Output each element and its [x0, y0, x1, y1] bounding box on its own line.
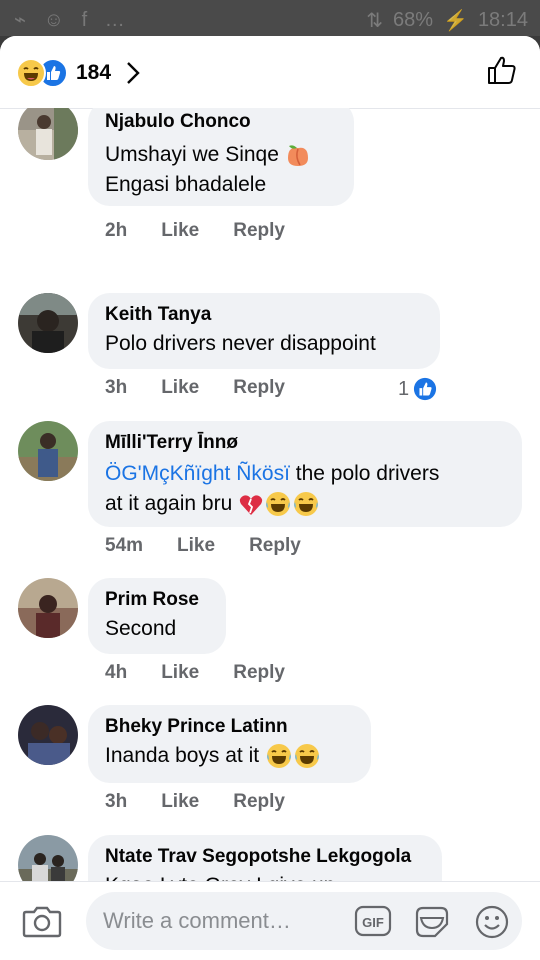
reply-link[interactable]: Reply — [233, 662, 285, 684]
avatar[interactable] — [18, 108, 78, 160]
chevron-right-icon — [127, 62, 140, 84]
comment-placeholder: Write a comment… — [103, 908, 291, 933]
thumbs-up-icon[interactable] — [486, 54, 518, 86]
comment-meta: 54m Like Reply — [105, 535, 335, 557]
comment-text-line1: Umshayi we Sinqe — [105, 143, 279, 166]
comment-author[interactable]: Bheky Prince Latinn — [105, 715, 354, 739]
signal-icon: ⇅ — [366, 10, 383, 32]
comment-time: 2h — [105, 220, 128, 241]
comment-bubble[interactable]: Ntate Trav Segopotshe Lekgogola Kgao Lyt… — [88, 835, 442, 883]
comment-author[interactable]: Mīlli'Terry Īnnø — [105, 431, 505, 455]
comment-input[interactable]: Write a comment… GIF — [86, 892, 522, 950]
clock: 18:14 — [477, 9, 528, 31]
comment-time: 54m — [105, 535, 144, 556]
reply-link[interactable]: Reply — [249, 535, 301, 557]
camera-icon[interactable] — [22, 904, 62, 938]
status-left-icons: ⌁ ☺ f … — [14, 9, 131, 31]
like-link[interactable]: Like — [161, 220, 199, 242]
gif-label: GIF — [362, 915, 384, 930]
like-link[interactable]: Like — [161, 791, 199, 813]
charging-icon: ⚡ — [443, 10, 468, 32]
mention-link[interactable]: ÖG'MçKñïght Ñkösï — [105, 462, 290, 485]
reply-link[interactable]: Reply — [233, 220, 285, 242]
comment-author[interactable]: Ntate Trav Segopotshe Lekgogola — [105, 845, 425, 869]
comment-time: 3h — [105, 377, 128, 398]
comment-composer: Write a comment… GIF — [0, 881, 540, 960]
battery-percent: 68% — [393, 9, 434, 31]
tears-of-joy-icon — [294, 744, 319, 769]
avatar[interactable] — [18, 835, 78, 883]
comment-meta: 3h Like Reply — [105, 791, 319, 813]
avatar[interactable] — [18, 421, 78, 481]
avatar[interactable] — [18, 293, 78, 353]
comment-time: 3h — [105, 791, 128, 812]
reply-link[interactable]: Reply — [233, 791, 285, 813]
status-right: ⇅ 68% ⚡ 18:14 — [366, 8, 528, 33]
comment-bubble[interactable]: Mīlli'Terry Īnnø ÖG'MçKñïght Ñkösï the p… — [88, 421, 522, 527]
comment-meta: 4h Like Reply — [105, 662, 319, 684]
comment-meta: 2h Like Reply — [105, 220, 319, 242]
comment-text: Polo drivers never disappoint — [105, 332, 376, 355]
comment-author[interactable]: Njabulo Chonco — [105, 110, 337, 134]
like-link[interactable]: Like — [177, 535, 215, 557]
tears-of-joy-icon — [266, 744, 291, 769]
like-link[interactable]: Like — [161, 377, 199, 399]
broken-heart-icon — [239, 495, 263, 516]
comment-bubble[interactable]: Keith Tanya Polo drivers never disappoin… — [88, 293, 440, 369]
comment-bubble[interactable]: Prim Rose Second — [88, 578, 226, 654]
avatar[interactable] — [18, 705, 78, 765]
tears-of-joy-icon — [294, 492, 319, 517]
comment-bubble[interactable]: Bheky Prince Latinn Inanda boys at it — [88, 705, 371, 783]
comment-bubble[interactable]: Njabulo Chonco Umshayi we Sinqe Engasi b… — [88, 108, 354, 206]
comment-meta: 3h Like Reply — [105, 377, 319, 399]
comment-text: Second — [105, 617, 177, 640]
like-link[interactable]: Like — [161, 662, 199, 684]
comment-text: Inanda boys at it — [105, 744, 265, 767]
comment-list: Njabulo Chonco Umshayi we Sinqe Engasi b… — [0, 108, 540, 883]
tears-of-joy-icon — [266, 492, 291, 517]
comment-time: 4h — [105, 662, 128, 683]
like-reaction-icon — [414, 377, 437, 401]
comment-text-line2: at it again bru — [105, 492, 233, 515]
comment-reaction-count[interactable]: 1 — [398, 377, 437, 401]
comment-author[interactable]: Keith Tanya — [105, 303, 423, 327]
status-bar: ⌁ ☺ f … ⇅ 68% ⚡ 18:14 — [0, 0, 540, 36]
comment-text-line1: the polo drivers — [289, 462, 440, 485]
reactions-header: 184 — [0, 36, 540, 109]
reactions-summary[interactable]: 184 — [16, 58, 141, 88]
sticker-icon[interactable] — [413, 904, 451, 940]
smiley-icon[interactable] — [474, 904, 510, 940]
reaction-count: 184 — [76, 61, 112, 84]
reaction-number: 1 — [398, 377, 410, 400]
haha-emoji-icon — [16, 58, 46, 88]
comment-text-line2: Engasi bhadalele — [105, 173, 267, 196]
gif-icon[interactable]: GIF — [354, 904, 392, 938]
comments-sheet: 184 Njabulo Chonco Umshayi we Sinqe Enga… — [0, 36, 540, 960]
avatar[interactable] — [18, 578, 78, 638]
comment-author[interactable]: Prim Rose — [105, 588, 209, 612]
reply-link[interactable]: Reply — [233, 377, 285, 399]
peach-emoji-icon — [287, 145, 308, 167]
